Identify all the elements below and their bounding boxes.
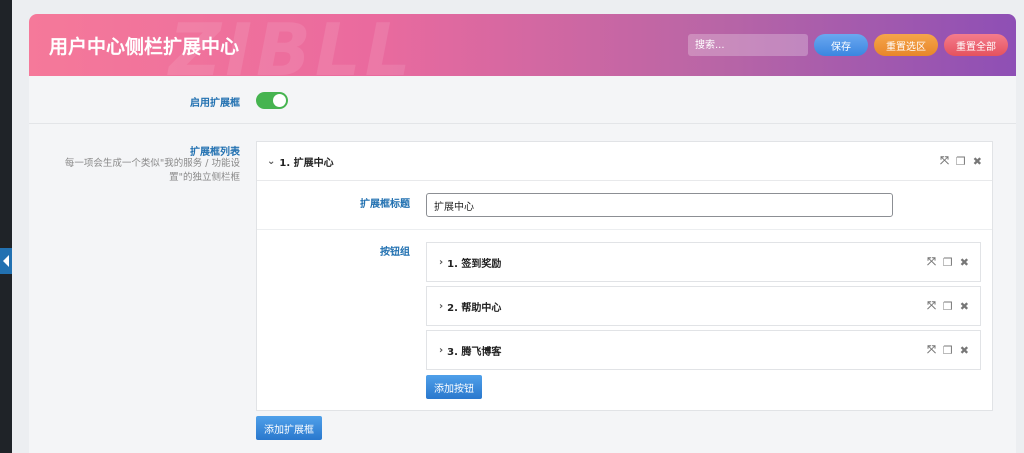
list-label: 扩展框列表 xyxy=(190,147,240,158)
copy-icon[interactable]: ❐ xyxy=(943,300,953,313)
list-description-line-1: 每一项会生成一个类似"我的服务 / 功能设 xyxy=(64,158,240,169)
copy-icon[interactable]: ❐ xyxy=(943,256,953,269)
button-group-row: 按钮组 › 1. 签到奖励 ⤧ ❐ ✖ › 2. 帮助中心 ⤧ ❐ ✖ › 3.… xyxy=(257,230,992,411)
button-group-label: 按钮组 xyxy=(380,247,410,258)
list-item[interactable]: › 2. 帮助中心 ⤧ ❐ ✖ xyxy=(426,286,981,326)
box-actions: ⤧ ❐ ✖ xyxy=(940,142,982,180)
page-title: 用户中心侧栏扩展中心 xyxy=(49,35,240,58)
search-input[interactable] xyxy=(688,34,808,56)
close-icon[interactable]: ✖ xyxy=(960,344,969,357)
list-item-label: 1. 签到奖励 xyxy=(447,258,502,270)
list-item[interactable]: › 3. 腾飞博客 ⤧ ❐ ✖ xyxy=(426,330,981,370)
enable-row: 启用扩展框 xyxy=(29,76,1016,124)
extension-box-title: 1. 扩展中心 xyxy=(279,157,334,169)
add-button-button[interactable]: 添加按钮 xyxy=(426,375,482,399)
expand-icon[interactable]: ⤧ xyxy=(927,299,936,313)
extension-box: ⌄ 1. 扩展中心 ⤧ ❐ ✖ 扩展框标题 按钮组 › 1. 签到奖励 ⤧ ❐ … xyxy=(256,141,993,411)
item-actions: ⤧ ❐ ✖ xyxy=(927,243,969,281)
item-actions: ⤧ ❐ ✖ xyxy=(927,331,969,369)
list-item-label: 3. 腾飞博客 xyxy=(447,346,502,358)
enable-toggle[interactable] xyxy=(256,92,288,109)
admin-sidebar-edge xyxy=(0,0,12,453)
item-actions: ⤧ ❐ ✖ xyxy=(927,287,969,325)
close-icon[interactable]: ✖ xyxy=(960,300,969,313)
expand-icon[interactable]: ⤧ xyxy=(927,343,936,357)
title-field-row: 扩展框标题 xyxy=(257,181,992,230)
title-field-label: 扩展框标题 xyxy=(360,199,410,210)
chevron-down-icon: ⌄ xyxy=(267,155,276,167)
enable-label: 启用扩展框 xyxy=(190,98,240,109)
extension-box-header[interactable]: ⌄ 1. 扩展中心 ⤧ ❐ ✖ xyxy=(257,142,992,181)
close-icon[interactable]: ✖ xyxy=(973,155,982,168)
chevron-right-icon: › xyxy=(439,256,444,268)
settings-panel: ZIBLL 用户中心侧栏扩展中心 保存 重置选区 重置全部 启用扩展框 扩展框列… xyxy=(29,14,1016,453)
list-item-label: 2. 帮助中心 xyxy=(447,302,502,314)
list-item[interactable]: › 1. 签到奖励 ⤧ ❐ ✖ xyxy=(426,242,981,282)
add-extension-box-button[interactable]: 添加扩展框 xyxy=(256,416,322,440)
chevron-right-icon: › xyxy=(439,344,444,356)
expand-icon[interactable]: ⤧ xyxy=(940,154,949,168)
copy-icon[interactable]: ❐ xyxy=(956,155,966,168)
save-button[interactable]: 保存 xyxy=(814,34,868,56)
reset-section-button[interactable]: 重置选区 xyxy=(874,34,938,56)
panel-header: ZIBLL 用户中心侧栏扩展中心 保存 重置选区 重置全部 xyxy=(29,14,1016,92)
toggle-knob xyxy=(273,94,286,107)
close-icon[interactable]: ✖ xyxy=(960,256,969,269)
list-description-line-2: 置"的独立侧栏框 xyxy=(169,172,240,183)
title-field-input[interactable] xyxy=(426,193,893,217)
copy-icon[interactable]: ❐ xyxy=(943,344,953,357)
expand-icon[interactable]: ⤧ xyxy=(927,255,936,269)
collapse-arrow-icon[interactable] xyxy=(0,248,12,274)
reset-all-button[interactable]: 重置全部 xyxy=(944,34,1008,56)
header-actions: 保存 重置选区 重置全部 xyxy=(688,34,1008,56)
chevron-right-icon: › xyxy=(439,300,444,312)
